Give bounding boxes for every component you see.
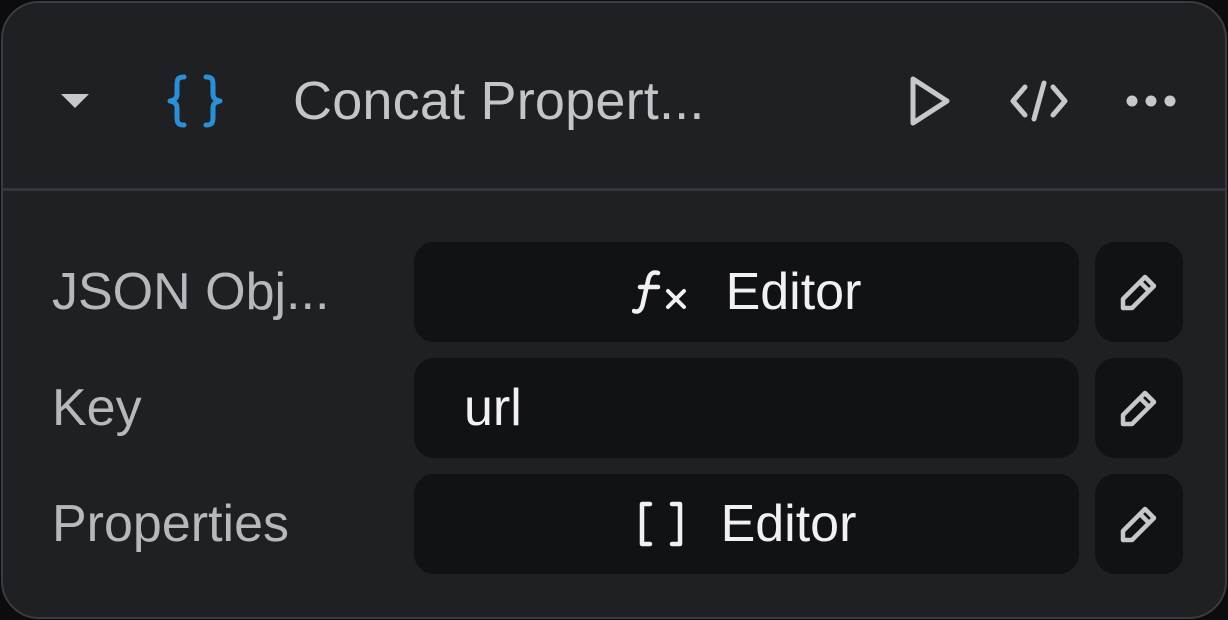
collapse-button[interactable]: [47, 73, 103, 129]
edit-json-object-button[interactable]: [1095, 242, 1183, 342]
code-icon: [1010, 80, 1068, 122]
field-row-json-object: JSON Obj... Editor: [3, 242, 1225, 342]
value-label: Editor: [720, 495, 857, 553]
field-label: JSON Obj...: [52, 263, 330, 321]
node-title: Concat Propert...: [293, 71, 705, 131]
edit-properties-button[interactable]: [1095, 474, 1183, 574]
field-row-properties: Properties Editor: [3, 474, 1225, 574]
function-icon: [631, 267, 690, 317]
pencil-icon: [1120, 390, 1157, 427]
code-view-button[interactable]: [1007, 69, 1071, 133]
field-label: Key: [52, 379, 142, 437]
pencil-icon: [1120, 506, 1157, 543]
more-dots-icon: [1126, 95, 1176, 107]
run-button[interactable]: [897, 69, 961, 133]
field-row-key: Key url: [3, 358, 1225, 458]
play-icon: [910, 76, 950, 126]
node-card: Concat Propert... JSON Obj... Editor Key…: [1, 1, 1227, 619]
field-label: Properties: [52, 495, 289, 553]
json-braces-icon: [161, 69, 229, 133]
properties-value-field[interactable]: Editor: [414, 474, 1079, 574]
key-value-field[interactable]: url: [414, 358, 1079, 458]
pencil-icon: [1120, 274, 1157, 311]
node-header: Concat Propert...: [3, 3, 1225, 191]
value-label: url: [464, 379, 522, 437]
caret-down-icon: [61, 94, 89, 108]
edit-key-button[interactable]: [1095, 358, 1183, 458]
value-label: Editor: [725, 263, 862, 321]
json-object-value-field[interactable]: Editor: [414, 242, 1079, 342]
more-options-button[interactable]: [1119, 69, 1183, 133]
array-brackets-icon: [637, 499, 685, 549]
